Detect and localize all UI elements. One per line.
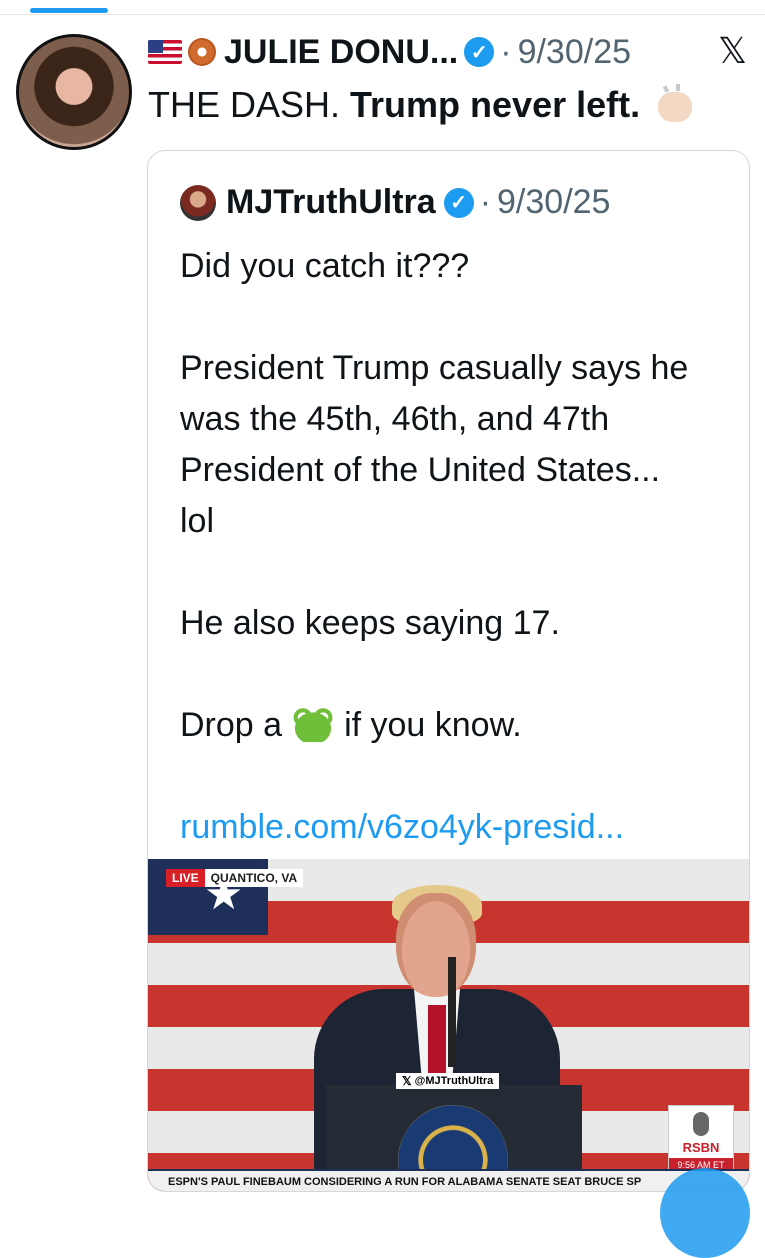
quoted-paragraph-drop: Drop a if you know.	[180, 700, 740, 751]
podium-handle: @MJTruthUltra	[414, 1075, 494, 1087]
author-avatar[interactable]	[16, 34, 132, 150]
us-flag-icon	[148, 40, 182, 64]
live-label: LIVE	[166, 869, 205, 887]
news-ticker: ESPN'S PAUL FINEBAUM CONSIDERING A RUN F…	[148, 1169, 749, 1191]
video-thumbnail[interactable]: ★ LIVE QUANTICO, VA 𝕏 @MJTruthUltra RSBN…	[148, 859, 749, 1191]
network-logo: RSBN 9:56 AM ET	[668, 1105, 734, 1175]
verified-icon: ✓	[464, 37, 495, 67]
quoted-paragraph: Did you catch it???	[180, 247, 470, 285]
quoted-body: Did you catch it??? President Trump casu…	[180, 241, 740, 853]
quoted-author-name[interactable]: MJTruthUltra	[226, 183, 436, 222]
quoted-tweet-card[interactable]: MJTruthUltra ✓ · 9/30/25 Did you catch i…	[147, 150, 750, 1192]
drop-text-before: Drop a	[180, 706, 283, 744]
podium-watermark: 𝕏 @MJTruthUltra	[396, 1073, 500, 1089]
x-logo-icon: 𝕏	[402, 1074, 412, 1088]
frog-icon	[290, 708, 337, 742]
quoted-date-separator: ·	[479, 183, 492, 221]
quoted-header: MJTruthUltra ✓ · 9/30/25	[180, 183, 610, 222]
location-label: QUANTICO, VA	[204, 869, 304, 887]
donut-icon	[188, 38, 216, 66]
drop-text-after: if you know.	[344, 706, 522, 744]
quoted-link[interactable]: rumble.com/v6zo4yk-presid...	[180, 802, 740, 853]
author-name[interactable]: JULIE DONU...	[224, 33, 458, 72]
clapping-hands-icon	[658, 84, 693, 123]
quoted-date[interactable]: 9/30/25	[497, 183, 610, 222]
quoted-paragraph: He also keeps saying 17.	[180, 604, 560, 642]
live-badge: LIVE QUANTICO, VA	[166, 869, 304, 887]
quoted-avatar[interactable]	[180, 184, 216, 221]
x-logo-icon[interactable]: 𝕏	[718, 30, 747, 72]
tab-indicator	[30, 8, 108, 13]
tweet-text-plain: THE DASH.	[148, 84, 351, 125]
network-name: RSBN	[682, 1140, 720, 1155]
divider	[0, 14, 765, 15]
tweet-text: THE DASH. Trump never left.	[148, 84, 693, 126]
tweet-text-bold: Trump never left.	[350, 84, 641, 125]
tweet-date-separator: ·	[500, 32, 512, 71]
quoted-paragraph: President Trump casually says he was the…	[180, 349, 689, 540]
compose-button[interactable]	[660, 1168, 750, 1258]
microphone-icon	[448, 957, 456, 1067]
tweet-header: JULIE DONU... ✓ · 9/30/25	[148, 30, 631, 74]
verified-icon: ✓	[443, 187, 474, 218]
tweet-date[interactable]: 9/30/25	[518, 33, 631, 72]
mic-logo-icon	[693, 1112, 709, 1136]
